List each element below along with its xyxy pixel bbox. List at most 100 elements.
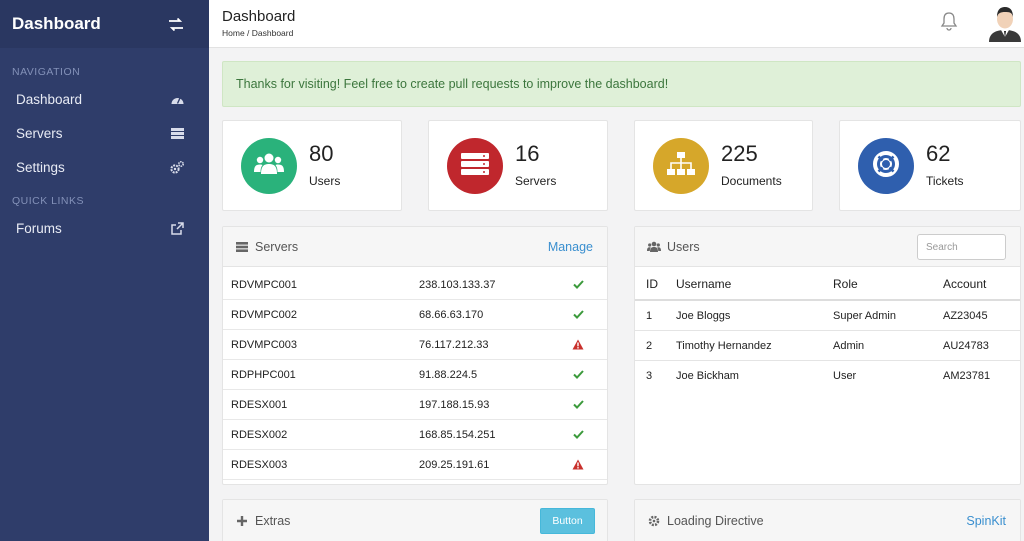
sidebar-title[interactable]: Dashboard <box>12 14 101 34</box>
server-name: RDPHPC001 <box>231 368 296 381</box>
stat-tickets: 62 Tickets <box>839 120 1021 211</box>
table-row[interactable]: RDVMPC003 76.117.212.33 <box>223 330 607 360</box>
stat-documents-circle <box>653 138 709 194</box>
sidebar-header: Dashboard <box>0 0 209 48</box>
servers-list: RDVMPC001 238.103.133.37 RDVMPC002 68.66… <box>223 267 607 480</box>
avatar[interactable] <box>987 4 1023 42</box>
breadcrumb[interactable]: Home / Dashboard <box>222 28 293 38</box>
loading-directive-panel: Loading Directive SpinKit <box>634 499 1021 541</box>
table-row[interactable]: 3 Joe Bickham User AM23781 <box>635 361 1020 391</box>
plus-icon <box>235 514 249 528</box>
sidebar-item-label: Settings <box>16 159 65 175</box>
gear-icon <box>647 514 661 528</box>
loading-directive-header: Loading Directive SpinKit <box>635 500 1020 541</box>
search-input[interactable] <box>917 234 1006 260</box>
user-role: Admin <box>833 339 865 352</box>
table-row[interactable]: RDESX001 197.188.15.93 <box>223 390 607 420</box>
server-name: RDVMPC002 <box>231 308 298 321</box>
extras-panel-title: Extras <box>255 513 291 528</box>
cogs-icon <box>170 160 184 174</box>
server-ip: 197.188.15.93 <box>419 398 490 411</box>
user-id: 1 <box>646 309 653 322</box>
server-ip: 68.66.63.170 <box>419 308 484 321</box>
table-row[interactable]: RDESX003 209.25.191.61 <box>223 450 607 480</box>
check-icon <box>571 368 585 382</box>
welcome-alert: Thanks for visiting! Feel free to create… <box>222 61 1021 107</box>
user-username: Joe Bickham <box>676 370 739 382</box>
check-icon <box>571 278 585 292</box>
user-account: AZ23045 <box>943 309 988 322</box>
sidebar-item-servers[interactable]: Servers <box>0 116 209 150</box>
server-ip: 168.85.154.251 <box>419 428 496 441</box>
server-ip: 91.88.224.5 <box>419 368 478 381</box>
bell-icon[interactable] <box>940 11 958 31</box>
server-icon <box>235 240 249 254</box>
users-table: ID Username Role Account 1 Joe Bloggs Su… <box>635 268 1020 391</box>
page-title: Dashboard <box>222 8 296 25</box>
loading-directive-title: Loading Directive <box>667 513 764 528</box>
column-header-account[interactable]: Account <box>943 277 986 291</box>
table-row[interactable]: RDVMPC002 68.66.63.170 <box>223 300 607 330</box>
stat-label: Servers <box>515 174 557 188</box>
sidebar-item-settings[interactable]: Settings <box>0 150 209 184</box>
column-header-role[interactable]: Role <box>833 277 858 291</box>
warning-icon <box>571 458 585 472</box>
stat-servers: 16 Servers <box>428 120 608 211</box>
extras-button[interactable]: Button <box>540 508 595 534</box>
servers-panel-title: Servers <box>255 239 299 254</box>
top-bar: Dashboard Home / Dashboard <box>209 0 1024 48</box>
servers-panel-header: Servers Manage <box>223 227 607 267</box>
users-panel-title: Users <box>667 239 700 254</box>
sidebar-section-quick-links: QUICK LINKS <box>12 195 85 207</box>
toggle-sidebar-icon[interactable] <box>167 17 185 31</box>
stat-value: 16 <box>515 141 540 166</box>
dashboard-icon <box>170 92 184 106</box>
check-icon <box>571 428 585 442</box>
stat-tickets-circle <box>858 138 914 194</box>
user-role: Super Admin <box>833 309 896 322</box>
sidebar-item-label: Servers <box>16 125 63 141</box>
column-header-username[interactable]: Username <box>676 277 731 291</box>
server-icon <box>461 152 489 180</box>
stat-label: Tickets <box>926 174 964 188</box>
server-ip: 238.103.133.37 <box>419 278 496 291</box>
extras-panel-header: Extras Button <box>223 500 607 541</box>
sidebar-item-label: Dashboard <box>16 91 83 107</box>
server-ip: 76.117.212.33 <box>419 338 489 351</box>
sidebar-item-label: Forums <box>16 220 62 236</box>
sidebar-item-forums[interactable]: Forums <box>0 211 209 245</box>
sidebar: Dashboard NAVIGATION Dashboard Servers S… <box>0 0 209 541</box>
user-id: 3 <box>646 370 653 382</box>
table-row[interactable]: RDESX002 168.85.154.251 <box>223 420 607 450</box>
users-icon <box>254 152 284 181</box>
table-row[interactable]: RDVMPC001 238.103.133.37 <box>223 270 607 300</box>
user-account: AU24783 <box>943 339 989 352</box>
external-link-icon <box>170 221 184 235</box>
column-header-id[interactable]: ID <box>646 277 658 291</box>
alert-text: Thanks for visiting! Feel free to create… <box>236 77 669 91</box>
server-name: RDESX002 <box>231 428 288 441</box>
check-icon <box>571 308 585 322</box>
spinkit-link[interactable]: SpinKit <box>966 514 1006 528</box>
manage-link[interactable]: Manage <box>548 240 593 254</box>
server-name: RDESX001 <box>231 398 288 411</box>
warning-icon <box>571 338 585 352</box>
stat-documents: 225 Documents <box>634 120 813 211</box>
extras-panel: Extras Button <box>222 499 608 541</box>
sitemap-icon <box>667 151 695 181</box>
table-row[interactable]: RDPHPC001 91.88.224.5 <box>223 360 607 390</box>
stat-label: Documents <box>721 174 782 188</box>
table-header: ID Username Role Account <box>635 268 1020 301</box>
user-username: Joe Bloggs <box>676 309 731 322</box>
table-row[interactable]: 2 Timothy Hernandez Admin AU24783 <box>635 331 1020 361</box>
stat-value: 225 <box>721 141 758 166</box>
user-username: Timothy Hernandez <box>676 339 772 352</box>
sidebar-item-dashboard[interactable]: Dashboard <box>0 82 209 116</box>
stat-users: 80 Users <box>222 120 402 211</box>
server-name: RDVMPC003 <box>231 338 298 351</box>
server-ip: 209.25.191.61 <box>419 458 490 471</box>
table-row[interactable]: 1 Joe Bloggs Super Admin AZ23045 <box>635 301 1020 331</box>
user-id: 2 <box>646 339 653 352</box>
check-icon <box>571 398 585 412</box>
user-account: AM23781 <box>943 370 991 382</box>
